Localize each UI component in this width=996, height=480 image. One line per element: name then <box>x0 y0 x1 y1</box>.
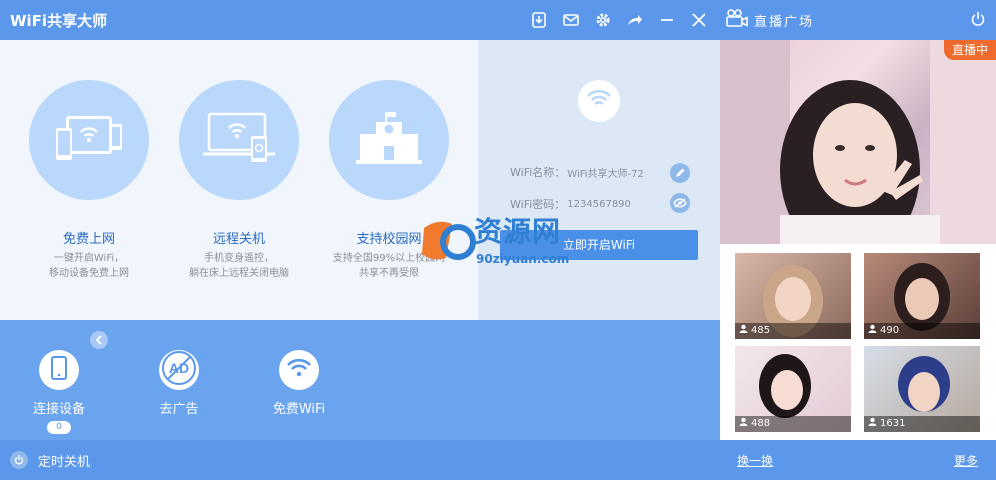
live-thumb-3[interactable]: 488 <box>735 346 851 432</box>
minimize-icon[interactable] <box>658 11 676 29</box>
feature-title: 免费上网 <box>62 232 115 247</box>
user-icon <box>739 416 748 432</box>
tools-strip: 连接设备 0 AD 去广告 免费WiFi <box>0 320 720 440</box>
edit-pencil-icon[interactable] <box>670 163 690 183</box>
title-bar: WiFi共享大师 <box>0 0 720 40</box>
free-wifi-button[interactable]: 免费WiFi <box>254 350 344 417</box>
app-title: WiFi共享大师 <box>10 12 108 30</box>
tool-label: 去广告 <box>159 402 199 417</box>
features-panel: 免费上网 一键开启WiFi， 移动设备免费上网 远程关机 手机变身遥控， 躺在床… <box>0 40 478 320</box>
wifi-name-value: WiFi共享大师-72 <box>567 168 644 180</box>
feature-remote-shutdown[interactable]: 远程关机 手机变身遥控， 躺在床上远程关闭电脑 <box>164 80 314 281</box>
wifi-panel: WiFi名称： WiFi共享大师-72 WiFi密码： 1234567890 立… <box>478 40 720 320</box>
feature-circle <box>179 80 299 200</box>
viewer-count: 490 <box>864 323 980 339</box>
more-link[interactable]: 更多 <box>954 452 978 469</box>
bottom-bar: 定时关机 <box>0 440 720 480</box>
device-count-badge: 0 <box>47 421 71 434</box>
tool-label: 免费WiFi <box>272 402 326 417</box>
mail-icon[interactable] <box>562 11 580 29</box>
tool-circle <box>279 350 319 390</box>
hero-photo-placeholder <box>720 40 996 244</box>
wifi-name-label: WiFi名称： <box>510 166 566 179</box>
wifi-icon <box>586 89 612 113</box>
tool-circle <box>39 350 79 390</box>
viewer-count-text: 488 <box>751 418 771 429</box>
feature-desc-1: 手机变身遥控， <box>204 253 274 264</box>
live-thumb-4[interactable]: 1631 <box>864 346 980 432</box>
live-content: 直播中 485 490 488 1631 <box>720 40 996 440</box>
user-icon <box>868 416 877 432</box>
hide-eye-icon[interactable] <box>670 193 690 213</box>
live-header: 直播广场 <box>720 0 996 40</box>
no-ad-icon: AD <box>161 350 197 390</box>
title-bar-icons <box>530 0 708 40</box>
watermark-sub-text: 90ziyuan.com <box>476 252 570 266</box>
close-icon[interactable] <box>690 11 708 29</box>
power-icon[interactable] <box>970 11 988 29</box>
laptop-phone-icon <box>201 110 277 170</box>
wifi-icon <box>286 358 312 382</box>
feature-desc-2: 躺在床上远程关闭电脑 <box>189 268 289 279</box>
feature-title: 远程关机 <box>212 232 265 247</box>
connected-devices-button[interactable]: 连接设备 0 <box>14 350 104 434</box>
live-header-title: 直播广场 <box>754 14 815 30</box>
live-hero-image[interactable]: 直播中 <box>720 40 996 244</box>
viewer-count: 485 <box>735 323 851 339</box>
viewer-count: 1631 <box>864 416 980 432</box>
feature-circle <box>29 80 149 200</box>
wifi-password-value: 1234567890 <box>567 198 631 210</box>
devices-wifi-icon <box>54 108 124 172</box>
viewer-count-text: 485 <box>751 325 771 336</box>
phone-icon <box>51 356 67 384</box>
school-building-icon <box>356 110 422 170</box>
remove-ads-button[interactable]: AD 去广告 <box>134 350 224 417</box>
download-icon[interactable] <box>530 11 548 29</box>
watermark-logo-icon <box>422 221 476 260</box>
tool-circle: AD <box>159 350 199 390</box>
wifi-logo <box>578 80 620 122</box>
live-footer: 换一换 更多 <box>720 440 996 480</box>
viewer-count-text: 490 <box>880 325 900 336</box>
viewer-count-text: 1631 <box>880 418 906 429</box>
live-title-group: 直播广场 <box>726 0 814 40</box>
share-icon[interactable] <box>626 11 644 29</box>
user-icon <box>739 323 748 339</box>
refresh-link[interactable]: 换一换 <box>737 452 773 469</box>
live-thumb-1[interactable]: 485 <box>735 253 851 339</box>
feature-desc-1: 一键开启WiFi， <box>53 253 125 264</box>
watermark-main-text: 资源网 <box>474 215 562 248</box>
live-thumb-2[interactable]: 490 <box>864 253 980 339</box>
watermark: 资源网 90ziyuan.com <box>418 210 598 272</box>
feature-circle <box>329 80 449 200</box>
camera-icon <box>726 9 748 31</box>
feature-free-internet[interactable]: 免费上网 一键开启WiFi， 移动设备免费上网 <box>14 80 164 281</box>
viewer-count: 488 <box>735 416 851 432</box>
scheduled-shutdown-label[interactable]: 定时关机 <box>38 451 90 470</box>
timer-power-icon[interactable] <box>10 451 28 469</box>
collapse-chevron-left-icon[interactable] <box>90 331 108 349</box>
tool-label: 连接设备 <box>32 402 85 417</box>
settings-gear-icon[interactable] <box>594 11 612 29</box>
wifi-name-row: WiFi名称： WiFi共享大师-72 <box>510 164 644 180</box>
live-now-badge: 直播中 <box>943 40 996 60</box>
user-icon <box>868 323 877 339</box>
feature-desc-2: 移动设备免费上网 <box>49 268 129 279</box>
